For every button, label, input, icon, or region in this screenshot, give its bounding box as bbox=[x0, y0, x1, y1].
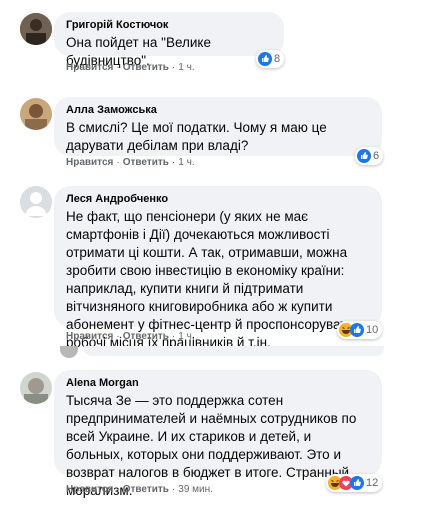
avatar[interactable] bbox=[20, 13, 52, 45]
reply-button[interactable]: Ответить bbox=[123, 331, 169, 342]
comment-bubble: Alena Morgan Тысяча Зе — это поддержка с… bbox=[54, 370, 382, 498]
like-button[interactable]: Нравится bbox=[66, 157, 113, 168]
comment-actions: Нравится · Ответить · 39 мин. bbox=[66, 484, 213, 495]
like-icon bbox=[258, 52, 272, 66]
reaction-count: 12 bbox=[366, 477, 379, 489]
comment-bubble: Григорій Костючок Она пойдет на "Велике … bbox=[54, 12, 284, 68]
avatar[interactable] bbox=[20, 372, 52, 404]
like-button[interactable]: Нравится bbox=[66, 484, 113, 495]
reactions-badge[interactable]: 8 bbox=[256, 50, 285, 68]
like-icon bbox=[350, 323, 364, 337]
like-icon bbox=[350, 476, 364, 490]
reply-button[interactable]: Ответить bbox=[123, 157, 169, 168]
reply-button[interactable]: Ответить bbox=[123, 484, 169, 495]
reaction-count: 10 bbox=[366, 324, 379, 336]
like-icon bbox=[357, 149, 371, 163]
comment-actions: Нравится · Ответить · 1 ч. bbox=[66, 62, 195, 73]
reply-preview[interactable] bbox=[84, 346, 384, 356]
comment-time[interactable]: 1 ч. bbox=[178, 157, 194, 168]
reactions-badge[interactable]: 12 bbox=[326, 474, 383, 492]
avatar[interactable] bbox=[60, 346, 78, 358]
reaction-count: 6 bbox=[373, 150, 380, 162]
avatar[interactable] bbox=[20, 98, 52, 130]
comment-author[interactable]: Григорій Костючок bbox=[66, 18, 272, 32]
reaction-count: 8 bbox=[274, 53, 281, 65]
comment-text: В смислі? Це мої податки. Чому я маю це … bbox=[66, 120, 327, 153]
comment-actions: Нравится · Ответить · 1 ч. bbox=[66, 331, 195, 342]
like-button[interactable]: Нравится bbox=[66, 331, 113, 342]
comment-bubble: Леся Андробченко Не факт, що пенсіонери … bbox=[54, 186, 382, 350]
comment-author[interactable]: Леся Андробченко bbox=[66, 192, 370, 206]
comment-author[interactable]: Alena Morgan bbox=[66, 376, 370, 390]
reactions-badge[interactable]: 6 bbox=[355, 147, 384, 165]
comment-bubble: Алла Заможська В смислі? Це мої податки.… bbox=[54, 97, 382, 156]
avatar[interactable] bbox=[20, 186, 52, 218]
comment-time[interactable]: 1 ч. bbox=[178, 331, 194, 342]
reply-button[interactable]: Ответить bbox=[123, 62, 169, 73]
like-button[interactable]: Нравится bbox=[66, 62, 113, 73]
comment-author[interactable]: Алла Заможська bbox=[66, 103, 370, 117]
comment-time[interactable]: 1 ч. bbox=[178, 62, 194, 73]
comment-time[interactable]: 39 мин. bbox=[178, 484, 213, 495]
reactions-badge[interactable]: 10 bbox=[337, 321, 383, 339]
comment-actions: Нравится · Ответить · 1 ч. bbox=[66, 157, 195, 168]
